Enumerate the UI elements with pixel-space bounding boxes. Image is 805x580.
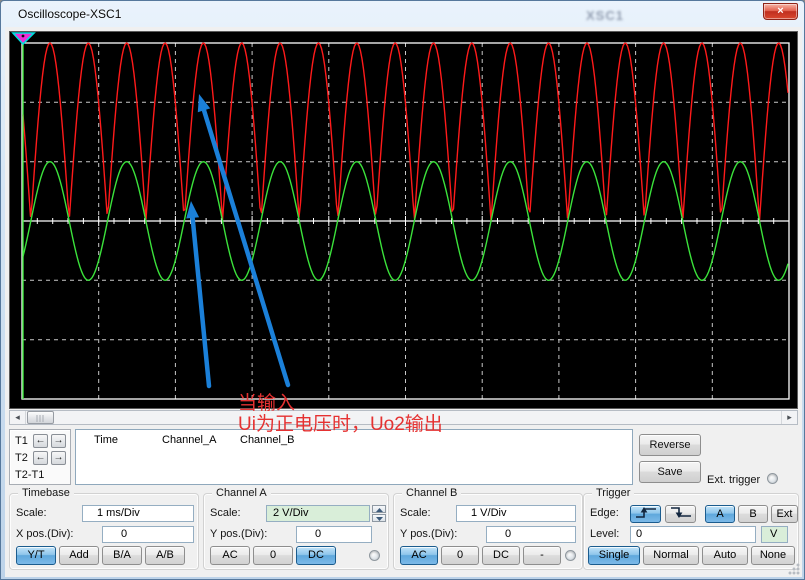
rising-edge-icon bbox=[635, 506, 657, 519]
timebase-scale-input[interactable]: 1 ms/Div bbox=[82, 505, 194, 522]
spinner-up-button[interactable] bbox=[372, 505, 386, 513]
channel-a-group-label: Channel A bbox=[212, 487, 271, 499]
channel-b-minus-button[interactable]: - bbox=[523, 546, 561, 565]
scope-screen bbox=[9, 31, 798, 409]
scroll-grip-icon bbox=[36, 415, 45, 422]
readout-col-channel-b: Channel_B bbox=[240, 434, 294, 446]
trigger-source-a-button[interactable]: A bbox=[705, 505, 735, 523]
timebase-group: Timebase Scale: 1 ms/Div X pos.(Div): 0 … bbox=[9, 493, 199, 570]
channel-b-dc-button[interactable]: DC bbox=[482, 546, 520, 565]
t1-left-button[interactable]: ← bbox=[33, 434, 48, 448]
oscilloscope-window: Oscilloscope-XSC1 XSC1 × ◂ ▸ T1 ← → T2 ←… bbox=[0, 0, 805, 580]
scroll-thumb[interactable] bbox=[27, 411, 54, 424]
readout-panel: Time Channel_A Channel_B bbox=[75, 429, 633, 485]
timebase-add-button[interactable]: Add bbox=[59, 546, 99, 565]
t2-label: T2 bbox=[15, 451, 28, 466]
channel-b-ac-button[interactable]: AC bbox=[400, 546, 438, 565]
annotation-note-line2: Ui为正电压时，Uo2输出 bbox=[238, 414, 443, 435]
timebase-group-label: Timebase bbox=[18, 487, 74, 499]
channel-a-ac-button[interactable]: AC bbox=[210, 546, 250, 565]
resize-grip-icon[interactable] bbox=[787, 562, 800, 575]
close-button[interactable]: × bbox=[763, 3, 798, 20]
trigger-level-unit-select[interactable]: V bbox=[761, 526, 788, 543]
channel-a-ypos-input[interactable]: 0 bbox=[296, 526, 372, 543]
timebase-xpos-label: X pos.(Div): bbox=[16, 528, 73, 540]
ext-trigger-connector-icon bbox=[767, 473, 778, 484]
t2-t1-label: T2-T1 bbox=[15, 468, 44, 483]
channel-a-group: Channel A Scale: 2 V/Div Y pos.(Div): 0 … bbox=[203, 493, 389, 570]
dialog-body: ◂ ▸ T1 ← → T2 ← → T2-T1 Time Channel_A C… bbox=[5, 27, 802, 577]
trigger-edge-falling-button[interactable] bbox=[665, 505, 696, 523]
reverse-button[interactable]: Reverse bbox=[639, 434, 701, 456]
trigger-edge-label: Edge: bbox=[590, 507, 619, 519]
trigger-group: Trigger Edge: A B Ext Level: 0 V Single … bbox=[583, 493, 799, 570]
window-title: Oscilloscope-XSC1 bbox=[18, 7, 121, 21]
readout-col-time: Time bbox=[94, 434, 118, 446]
save-button[interactable]: Save bbox=[639, 461, 701, 483]
channel-b-scale-input[interactable]: 1 V/Div bbox=[456, 505, 576, 522]
channel-a-probe-led-icon bbox=[369, 550, 380, 561]
timebase-ba-button[interactable]: B/A bbox=[102, 546, 142, 565]
channel-a-ypos-label: Y pos.(Div): bbox=[210, 528, 267, 540]
t1-label: T1 bbox=[15, 434, 28, 449]
t2-right-button[interactable]: → bbox=[51, 451, 66, 465]
channel-b-ypos-label: Y pos.(Div): bbox=[400, 528, 457, 540]
channel-a-zero-button[interactable]: 0 bbox=[253, 546, 293, 565]
channel-b-zero-button[interactable]: 0 bbox=[441, 546, 479, 565]
channel-b-probe-led-icon bbox=[565, 550, 576, 561]
scroll-right-button[interactable]: ▸ bbox=[781, 411, 797, 424]
trigger-source-b-button[interactable]: B bbox=[738, 505, 768, 523]
titlebar[interactable]: Oscilloscope-XSC1 XSC1 × bbox=[1, 1, 804, 27]
trigger-level-input[interactable]: 0 bbox=[630, 526, 756, 543]
channel-a-scale-input[interactable]: 2 V/Div bbox=[266, 505, 370, 522]
channel-b-scale-label: Scale: bbox=[400, 507, 431, 519]
trigger-edge-rising-button[interactable] bbox=[630, 505, 661, 523]
trigger-source-ext-button[interactable]: Ext bbox=[771, 505, 798, 523]
channel-b-group: Channel B Scale: 1 V/Div Y pos.(Div): 0 … bbox=[393, 493, 583, 570]
channel-a-scale-spinner bbox=[372, 505, 386, 522]
ext-trigger-label: Ext. trigger bbox=[707, 474, 760, 486]
timebase-ab-button[interactable]: A/B bbox=[145, 546, 185, 565]
channel-b-ypos-input[interactable]: 0 bbox=[486, 526, 576, 543]
timebase-scale-label: Scale: bbox=[16, 507, 47, 519]
scroll-left-button[interactable]: ◂ bbox=[10, 411, 26, 424]
channel-a-dc-button[interactable]: DC bbox=[296, 546, 336, 565]
trigger-mode-normal-button[interactable]: Normal bbox=[643, 546, 699, 565]
xsc1-watermark: XSC1 bbox=[586, 8, 624, 23]
falling-edge-icon bbox=[670, 506, 692, 519]
annotation-note: 当输入 Ui为正电压时，Uo2输出 bbox=[238, 393, 443, 435]
trigger-mode-auto-button[interactable]: Auto bbox=[702, 546, 748, 565]
waveform-display bbox=[10, 32, 797, 408]
timebase-xpos-input[interactable]: 0 bbox=[102, 526, 194, 543]
timebase-yt-button[interactable]: Y/T bbox=[16, 546, 56, 565]
annotation-note-line1: 当输入 bbox=[238, 393, 443, 414]
channel-a-scale-label: Scale: bbox=[210, 507, 241, 519]
readout-col-channel-a: Channel_A bbox=[162, 434, 216, 446]
trigger-mode-single-button[interactable]: Single bbox=[588, 546, 640, 565]
trigger-level-label: Level: bbox=[590, 528, 619, 540]
trigger-group-label: Trigger bbox=[592, 487, 634, 499]
cursor-panel: T1 ← → T2 ← → T2-T1 bbox=[9, 429, 71, 485]
t1-right-button[interactable]: → bbox=[51, 434, 66, 448]
channel-b-group-label: Channel B bbox=[402, 487, 461, 499]
spinner-down-button[interactable] bbox=[372, 514, 386, 522]
t2-left-button[interactable]: ← bbox=[33, 451, 48, 465]
